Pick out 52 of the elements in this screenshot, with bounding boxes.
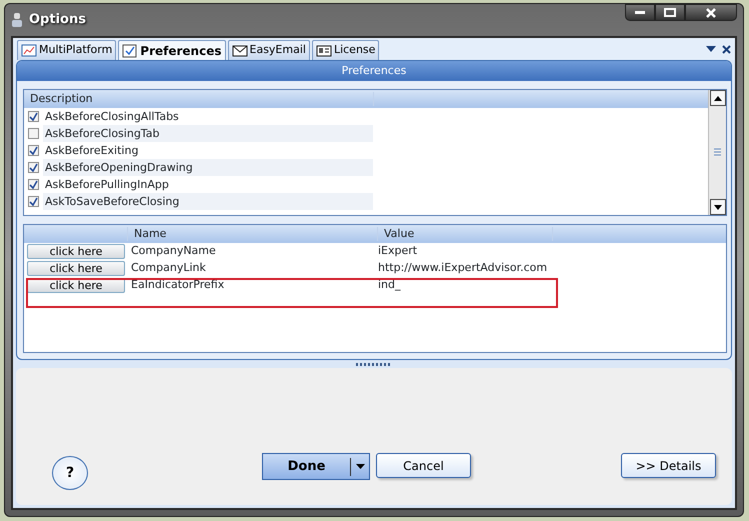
checkbox[interactable]	[28, 111, 39, 122]
cancel-button[interactable]: Cancel	[376, 453, 471, 478]
scroll-up-icon[interactable]	[714, 96, 722, 100]
tab[interactable]: License	[312, 40, 380, 60]
checkbox[interactable]	[28, 128, 39, 139]
option-label: AskBeforeExiting	[44, 143, 140, 159]
checkbox[interactable]	[28, 145, 39, 156]
checkbox[interactable]	[28, 196, 39, 207]
minimize-icon	[635, 10, 645, 14]
id-card-icon	[316, 42, 332, 58]
details-button[interactable]: >> Details	[621, 453, 716, 478]
close-icon	[706, 8, 716, 18]
column-header: Name	[128, 227, 378, 241]
scroll-thumb-grip-icon[interactable]	[714, 148, 721, 157]
value-cell-text: iExpert	[378, 243, 418, 260]
envelope-icon	[232, 42, 248, 58]
help-button[interactable]: ?	[52, 456, 88, 490]
option-label: AskBeforeClosingAllTabs	[44, 109, 180, 125]
done-button[interactable]: Done	[262, 453, 370, 480]
click-here-button[interactable]: click here	[27, 261, 125, 276]
name-cell-text: CompanyLink	[130, 260, 207, 276]
close-icon[interactable]	[722, 44, 731, 54]
option-label: AskToSaveBeforeClosing	[43, 193, 373, 210]
value-cell-text: http://www.iExpertAdvisor.com	[378, 260, 548, 276]
name-cell-text: CompanyName	[130, 243, 217, 260]
maximize-icon	[664, 8, 676, 17]
click-here-button[interactable]: click here	[27, 244, 125, 259]
maximize-button[interactable]	[655, 4, 685, 21]
tab[interactable]: EasyEmail	[228, 40, 310, 60]
column-header: Description	[24, 92, 374, 106]
close-button[interactable]	[685, 4, 737, 21]
window-title: Options	[29, 11, 86, 30]
app-icon	[11, 12, 23, 28]
scrollbar[interactable]	[708, 90, 726, 215]
splitter-grip[interactable]	[356, 362, 392, 366]
value-cell-text: ind_	[378, 277, 402, 294]
tab[interactable]: Preferences	[118, 40, 226, 60]
tab[interactable]: MultiPlatform	[17, 40, 116, 60]
option-label: AskBeforeOpeningDrawing	[43, 159, 373, 176]
option-label: AskBeforeClosingTab	[43, 125, 373, 142]
column-header: Value	[378, 227, 553, 241]
checkbox-icon	[122, 42, 138, 58]
caret-icon	[356, 464, 364, 469]
dropdown-icon[interactable]	[706, 46, 716, 52]
minimize-button[interactable]	[625, 4, 655, 21]
panel-header: Preferences	[17, 61, 731, 81]
name-cell-text: EaIndicatorPrefix	[130, 277, 226, 294]
option-label: AskBeforePullingInApp	[44, 177, 170, 193]
chart-icon	[21, 42, 37, 58]
checkbox[interactable]	[28, 162, 39, 173]
scroll-down-icon[interactable]	[714, 204, 722, 210]
checkbox[interactable]	[28, 179, 39, 190]
